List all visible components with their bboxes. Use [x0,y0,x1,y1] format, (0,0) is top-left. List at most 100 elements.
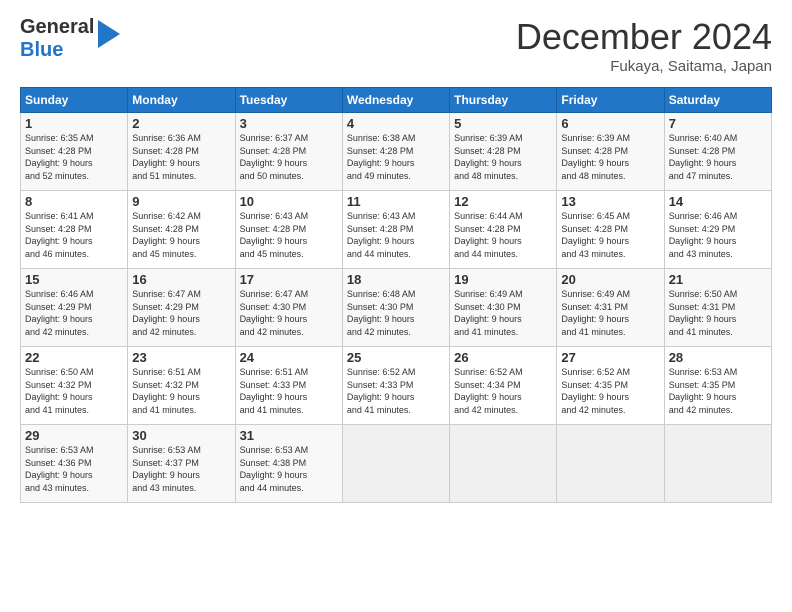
day-info: Sunrise: 6:52 AM Sunset: 4:33 PM Dayligh… [347,366,445,416]
day-info: Sunrise: 6:48 AM Sunset: 4:30 PM Dayligh… [347,288,445,338]
logo-blue: Blue [20,39,94,62]
day-number: 23 [132,350,230,365]
location: Fukaya, Saitama, Japan [516,58,772,75]
day-info: Sunrise: 6:51 AM Sunset: 4:33 PM Dayligh… [240,366,338,416]
day-info: Sunrise: 6:43 AM Sunset: 4:28 PM Dayligh… [347,210,445,260]
day-info: Sunrise: 6:44 AM Sunset: 4:28 PM Dayligh… [454,210,552,260]
day-number: 18 [347,272,445,287]
day-info: Sunrise: 6:39 AM Sunset: 4:28 PM Dayligh… [454,132,552,182]
day-info: Sunrise: 6:43 AM Sunset: 4:28 PM Dayligh… [240,210,338,260]
day-number: 24 [240,350,338,365]
day-number: 29 [25,428,123,443]
day-number: 15 [25,272,123,287]
day-info: Sunrise: 6:46 AM Sunset: 4:29 PM Dayligh… [25,288,123,338]
day-number: 8 [25,194,123,209]
col-wednesday: Wednesday [342,88,449,113]
header: General Blue December 2024 Fukaya, Saita… [20,16,772,75]
day-number: 14 [669,194,767,209]
day-number: 13 [561,194,659,209]
calendar-cell: 10 Sunrise: 6:43 AM Sunset: 4:28 PM Dayl… [235,191,342,269]
day-info: Sunrise: 6:41 AM Sunset: 4:28 PM Dayligh… [25,210,123,260]
calendar-cell: 5 Sunrise: 6:39 AM Sunset: 4:28 PM Dayli… [450,113,557,191]
day-info: Sunrise: 6:40 AM Sunset: 4:28 PM Dayligh… [669,132,767,182]
day-number: 30 [132,428,230,443]
calendar-cell: 27 Sunrise: 6:52 AM Sunset: 4:35 PM Dayl… [557,347,664,425]
day-info: Sunrise: 6:37 AM Sunset: 4:28 PM Dayligh… [240,132,338,182]
calendar-table: Sunday Monday Tuesday Wednesday Thursday… [20,87,772,503]
col-saturday: Saturday [664,88,771,113]
day-number: 21 [669,272,767,287]
calendar-cell: 16 Sunrise: 6:47 AM Sunset: 4:29 PM Dayl… [128,269,235,347]
day-number: 27 [561,350,659,365]
col-tuesday: Tuesday [235,88,342,113]
day-info: Sunrise: 6:36 AM Sunset: 4:28 PM Dayligh… [132,132,230,182]
day-number: 12 [454,194,552,209]
calendar-week-row: 1 Sunrise: 6:35 AM Sunset: 4:28 PM Dayli… [21,113,772,191]
logo-general: General [20,16,94,39]
day-info: Sunrise: 6:46 AM Sunset: 4:29 PM Dayligh… [669,210,767,260]
day-number: 6 [561,116,659,131]
calendar-cell: 14 Sunrise: 6:46 AM Sunset: 4:29 PM Dayl… [664,191,771,269]
day-number: 4 [347,116,445,131]
day-number: 17 [240,272,338,287]
calendar-cell: 8 Sunrise: 6:41 AM Sunset: 4:28 PM Dayli… [21,191,128,269]
day-number: 25 [347,350,445,365]
calendar-cell: 21 Sunrise: 6:50 AM Sunset: 4:31 PM Dayl… [664,269,771,347]
day-number: 1 [25,116,123,131]
calendar-week-row: 15 Sunrise: 6:46 AM Sunset: 4:29 PM Dayl… [21,269,772,347]
day-number: 5 [454,116,552,131]
calendar-cell: 26 Sunrise: 6:52 AM Sunset: 4:34 PM Dayl… [450,347,557,425]
calendar-cell: 18 Sunrise: 6:48 AM Sunset: 4:30 PM Dayl… [342,269,449,347]
day-number: 26 [454,350,552,365]
calendar-cell: 23 Sunrise: 6:51 AM Sunset: 4:32 PM Dayl… [128,347,235,425]
day-info: Sunrise: 6:50 AM Sunset: 4:31 PM Dayligh… [669,288,767,338]
calendar-cell: 6 Sunrise: 6:39 AM Sunset: 4:28 PM Dayli… [557,113,664,191]
day-number: 2 [132,116,230,131]
calendar-cell: 24 Sunrise: 6:51 AM Sunset: 4:33 PM Dayl… [235,347,342,425]
calendar-week-row: 29 Sunrise: 6:53 AM Sunset: 4:36 PM Dayl… [21,425,772,503]
day-number: 31 [240,428,338,443]
day-number: 7 [669,116,767,131]
day-number: 10 [240,194,338,209]
calendar-cell: 31 Sunrise: 6:53 AM Sunset: 4:38 PM Dayl… [235,425,342,503]
calendar-week-row: 8 Sunrise: 6:41 AM Sunset: 4:28 PM Dayli… [21,191,772,269]
day-info: Sunrise: 6:49 AM Sunset: 4:30 PM Dayligh… [454,288,552,338]
logo: General Blue [20,16,120,62]
day-info: Sunrise: 6:38 AM Sunset: 4:28 PM Dayligh… [347,132,445,182]
calendar-cell: 9 Sunrise: 6:42 AM Sunset: 4:28 PM Dayli… [128,191,235,269]
day-number: 22 [25,350,123,365]
calendar-cell: 7 Sunrise: 6:40 AM Sunset: 4:28 PM Dayli… [664,113,771,191]
calendar-cell: 25 Sunrise: 6:52 AM Sunset: 4:33 PM Dayl… [342,347,449,425]
day-info: Sunrise: 6:53 AM Sunset: 4:38 PM Dayligh… [240,444,338,494]
calendar-cell: 3 Sunrise: 6:37 AM Sunset: 4:28 PM Dayli… [235,113,342,191]
calendar-cell: 11 Sunrise: 6:43 AM Sunset: 4:28 PM Dayl… [342,191,449,269]
day-number: 19 [454,272,552,287]
col-friday: Friday [557,88,664,113]
header-row: Sunday Monday Tuesday Wednesday Thursday… [21,88,772,113]
calendar-cell [557,425,664,503]
day-info: Sunrise: 6:47 AM Sunset: 4:30 PM Dayligh… [240,288,338,338]
calendar-cell: 28 Sunrise: 6:53 AM Sunset: 4:35 PM Dayl… [664,347,771,425]
day-info: Sunrise: 6:35 AM Sunset: 4:28 PM Dayligh… [25,132,123,182]
col-sunday: Sunday [21,88,128,113]
day-info: Sunrise: 6:39 AM Sunset: 4:28 PM Dayligh… [561,132,659,182]
day-info: Sunrise: 6:49 AM Sunset: 4:31 PM Dayligh… [561,288,659,338]
day-number: 20 [561,272,659,287]
calendar-cell [342,425,449,503]
calendar-cell: 12 Sunrise: 6:44 AM Sunset: 4:28 PM Dayl… [450,191,557,269]
calendar-cell: 2 Sunrise: 6:36 AM Sunset: 4:28 PM Dayli… [128,113,235,191]
calendar-cell: 13 Sunrise: 6:45 AM Sunset: 4:28 PM Dayl… [557,191,664,269]
day-number: 28 [669,350,767,365]
calendar-body: 1 Sunrise: 6:35 AM Sunset: 4:28 PM Dayli… [21,113,772,503]
col-monday: Monday [128,88,235,113]
calendar-cell [450,425,557,503]
calendar-week-row: 22 Sunrise: 6:50 AM Sunset: 4:32 PM Dayl… [21,347,772,425]
day-info: Sunrise: 6:47 AM Sunset: 4:29 PM Dayligh… [132,288,230,338]
day-number: 9 [132,194,230,209]
calendar-cell: 19 Sunrise: 6:49 AM Sunset: 4:30 PM Dayl… [450,269,557,347]
day-info: Sunrise: 6:51 AM Sunset: 4:32 PM Dayligh… [132,366,230,416]
calendar-cell: 29 Sunrise: 6:53 AM Sunset: 4:36 PM Dayl… [21,425,128,503]
day-number: 3 [240,116,338,131]
day-info: Sunrise: 6:45 AM Sunset: 4:28 PM Dayligh… [561,210,659,260]
day-info: Sunrise: 6:42 AM Sunset: 4:28 PM Dayligh… [132,210,230,260]
